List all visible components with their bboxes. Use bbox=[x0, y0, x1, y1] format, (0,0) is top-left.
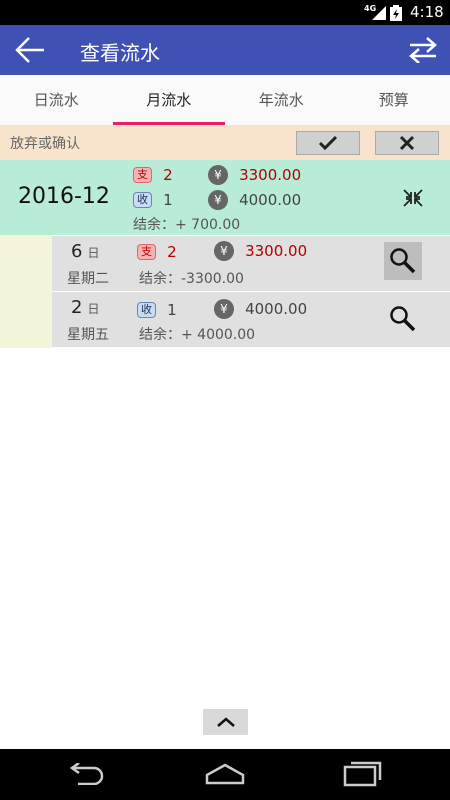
weekday: 星期五 bbox=[67, 327, 109, 343]
page-title: 查看流水 bbox=[80, 41, 160, 65]
income-count: 1 bbox=[163, 190, 173, 209]
day-number: 6日 bbox=[71, 241, 100, 262]
yen-icon: ¥ bbox=[214, 240, 234, 261]
expense-amount: 3300.00 bbox=[239, 165, 302, 184]
income-badge: 收 bbox=[137, 301, 156, 318]
month-balance: 结余：+ 700.00 bbox=[133, 217, 241, 233]
day-balance: 结余：+ 4000.00 bbox=[139, 327, 256, 343]
check-icon bbox=[318, 135, 338, 151]
yen-icon: ¥ bbox=[214, 298, 234, 319]
expense-badge: 支 bbox=[137, 243, 156, 260]
search-button[interactable] bbox=[384, 242, 422, 280]
clock: 4:18 bbox=[410, 3, 444, 21]
month-income-line: 收 1 bbox=[133, 189, 173, 209]
day-row[interactable]: 2日 星期五 收 1 ¥ 4000.00 结余：+ 4000.00 bbox=[52, 292, 450, 347]
scroll-up-button[interactable] bbox=[203, 709, 248, 735]
recent-apps-icon[interactable] bbox=[343, 761, 383, 787]
month-expense-line: 支 2 bbox=[133, 164, 173, 184]
month-summary-row[interactable]: 2016-12 支 2 ¥ 3300.00 收 1 ¥ 4000.00 结余：+… bbox=[0, 160, 450, 235]
search-icon bbox=[390, 306, 416, 332]
back-icon[interactable] bbox=[66, 763, 106, 785]
expense-badge: 支 bbox=[133, 166, 152, 183]
day-number: 2日 bbox=[71, 297, 100, 318]
search-button[interactable] bbox=[384, 300, 422, 338]
detail-indent bbox=[0, 235, 52, 348]
swap-icon[interactable] bbox=[408, 37, 438, 63]
day-amount: 4000.00 bbox=[245, 299, 308, 318]
tab-yearly[interactable]: 年流水 bbox=[225, 75, 338, 125]
income-amount: 4000.00 bbox=[239, 190, 302, 209]
day-count: 1 bbox=[167, 300, 177, 319]
close-icon bbox=[399, 135, 415, 151]
collapse-icon[interactable] bbox=[402, 188, 424, 208]
confirm-bar: 放弃或确认 bbox=[0, 125, 450, 160]
yen-icon: ¥ bbox=[208, 164, 228, 185]
day-amount-line: ¥ 3300.00 bbox=[214, 240, 307, 261]
tab-bar: 日流水 月流水 年流水 预算 bbox=[0, 75, 450, 125]
income-badge: 收 bbox=[133, 191, 152, 208]
tab-daily[interactable]: 日流水 bbox=[0, 75, 113, 125]
home-icon[interactable] bbox=[205, 763, 245, 785]
day-amount: 3300.00 bbox=[245, 241, 308, 260]
day-count: 2 bbox=[167, 242, 177, 261]
expense-count: 2 bbox=[163, 165, 173, 184]
status-bar: 4G 4:18 bbox=[0, 0, 450, 25]
battery-icon bbox=[390, 5, 402, 21]
day-amount-line: ¥ 4000.00 bbox=[214, 298, 307, 319]
day-count-line: 支 2 bbox=[137, 241, 177, 261]
month-expense-amount-line: ¥ 3300.00 bbox=[208, 164, 301, 185]
discard-button[interactable] bbox=[375, 131, 439, 155]
yen-icon: ¥ bbox=[208, 189, 228, 210]
day-count-line: 收 1 bbox=[137, 299, 177, 319]
weekday: 星期二 bbox=[67, 271, 109, 287]
confirm-button[interactable] bbox=[296, 131, 360, 155]
day-balance: 结余：-3300.00 bbox=[139, 271, 244, 287]
signal-icon bbox=[372, 6, 386, 20]
system-nav-bar bbox=[0, 749, 450, 800]
chevron-up-icon bbox=[217, 717, 235, 727]
tab-monthly[interactable]: 月流水 bbox=[113, 75, 226, 125]
back-arrow-icon[interactable] bbox=[14, 36, 46, 64]
confirm-label: 放弃或确认 bbox=[10, 136, 80, 152]
search-icon bbox=[390, 248, 416, 274]
month-income-amount-line: ¥ 4000.00 bbox=[208, 189, 301, 210]
month-label: 2016-12 bbox=[18, 184, 110, 209]
day-row[interactable]: 6日 星期二 支 2 ¥ 3300.00 结余：-3300.00 bbox=[52, 236, 450, 291]
app-bar: 查看流水 bbox=[0, 25, 450, 75]
tab-budget[interactable]: 预算 bbox=[338, 75, 450, 125]
